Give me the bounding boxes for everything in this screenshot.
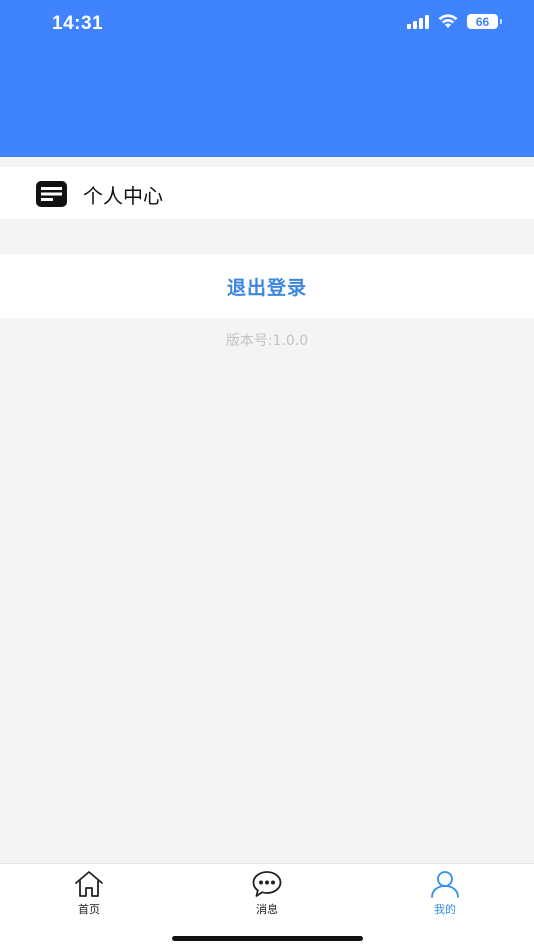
tab-messages-label: 消息 [256,903,278,916]
logout-label: 退出登录 [226,276,307,299]
status-time: 14:31 [52,13,104,34]
personal-center-row[interactable]: 个人中心 [0,167,534,219]
header: 14:31 66 [0,0,534,157]
status-icons: 66 [407,14,502,29]
tab-messages[interactable]: 消息 [227,870,307,918]
cellular-signal-icon [407,14,429,29]
tab-mine-label: 我的 [434,903,456,916]
home-icon [75,871,103,897]
version-text: 版本号:1.0.0 [225,333,309,349]
user-icon [431,871,459,898]
tab-mine[interactable]: 我的 [405,870,485,918]
logout-button[interactable]: 退出登录 [0,254,534,318]
tab-home-label: 首页 [78,903,100,916]
wifi-icon [438,14,458,28]
tab-home[interactable]: 首页 [49,870,129,918]
document-icon [36,181,67,207]
chat-bubble-icon [252,871,282,897]
battery-icon: 66 [467,14,502,29]
screen: 14:31 66 个人中心 退出登录 版本号:1.0.0 首页 消息 我的 [0,0,534,950]
home-indicator [172,936,363,941]
personal-center-label: 个人中心 [83,184,163,208]
